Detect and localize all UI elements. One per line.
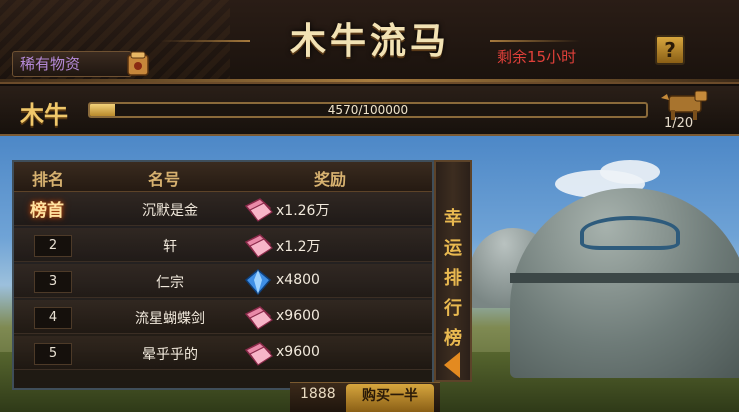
yurt-emblem [580, 216, 680, 250]
column-reward: 奖励 [314, 170, 347, 189]
help-button[interactable]: ? [655, 35, 685, 65]
progress-row: 木牛 4570/100000 1/20 [0, 86, 739, 136]
ox-count: 1/20 [664, 116, 694, 131]
leaderboard-panel: 排名 名号 奖励 榜首 沉默是金 x1.26万 2 轩 x1.2万 3 仁宗 x4800 4 流星蝴… [12, 160, 434, 390]
pink-scroll-icon [244, 342, 273, 366]
player-name: 轩 [163, 239, 177, 255]
player-name: 晕乎乎的 [142, 347, 198, 363]
rank-number: 4 [34, 307, 72, 329]
reward-amount: x9600 [276, 308, 320, 324]
leaderboard-header: 排名 名号 奖励 [14, 162, 432, 192]
player-name: 流星蝴蝶剑 [135, 311, 205, 327]
reward-amount: x9600 [276, 344, 320, 360]
scroll-icon [127, 51, 149, 76]
title-ornament-left [160, 40, 250, 42]
large-yurt [510, 188, 739, 378]
leaderboard-row[interactable]: 2 轩 x1.2万 [14, 228, 432, 262]
rank-number: 5 [34, 343, 72, 365]
blue-crystal-icon [244, 269, 272, 296]
progress-label: 木牛 [20, 101, 68, 129]
rare-supplies-button[interactable]: 稀有物资 [12, 51, 132, 77]
leaderboard-row[interactable]: 3 仁宗 x4800 [14, 264, 432, 298]
bottom-number: 1888 [300, 386, 336, 402]
title-ornament-right [490, 40, 580, 42]
rare-supplies-label: 稀有物资 [20, 55, 81, 73]
reward-amount: x1.26万 [276, 203, 330, 219]
progress-bar: 4570/100000 [88, 102, 648, 118]
pink-scroll-icon [244, 198, 273, 222]
lucky-tab-char: 运 [444, 238, 462, 259]
pink-scroll-icon [244, 306, 273, 330]
lucky-tab-char: 排 [444, 268, 462, 289]
expand-arrow-icon[interactable] [444, 352, 460, 378]
player-name: 仁宗 [156, 275, 184, 291]
reward-amount: x4800 [276, 272, 320, 288]
player-name: 沉默是金 [142, 203, 198, 219]
pink-scroll-icon [244, 234, 273, 258]
column-name: 名号 [148, 170, 181, 189]
time-remaining: 剩余15小时 [497, 48, 577, 66]
rank-first-badge: 榜首 [30, 201, 64, 221]
event-header: 稀有物资 木牛流马 剩余15小时 ? [0, 0, 739, 84]
lucky-tab-char: 幸 [444, 208, 462, 229]
leaderboard-row[interactable]: 4 流星蝴蝶剑 x9600 [14, 300, 432, 334]
leaderboard-row[interactable]: 5 晕乎乎的 x9600 [14, 336, 432, 370]
reward-amount: x1.2万 [276, 239, 321, 255]
lucky-tab-char: 榜 [444, 328, 462, 349]
progress-text: 4570/100000 [327, 103, 409, 117]
cloud [600, 160, 660, 184]
leaderboard-row[interactable]: 榜首 沉默是金 x1.26万 [14, 192, 432, 226]
buy-button[interactable]: 购买一半 [346, 384, 434, 412]
event-title: 木牛流马 [289, 21, 450, 62]
column-rank: 排名 [32, 170, 65, 189]
lucky-tab-char: 行 [444, 298, 462, 319]
rank-number: 3 [34, 271, 72, 293]
rank-number: 2 [34, 235, 72, 257]
lucky-ranking-tab[interactable]: 幸 运 排 行 榜 [434, 160, 472, 382]
